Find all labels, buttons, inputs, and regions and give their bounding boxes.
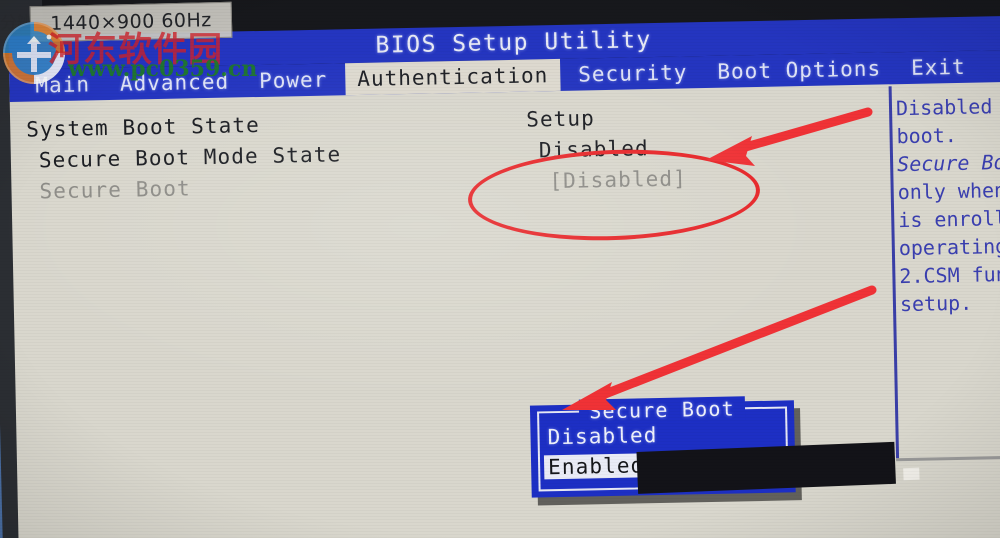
popup-option-disabled[interactable]: Disabled [543,423,661,449]
dropdown-title-text: Secure Boot [578,396,746,424]
setting-value: Setup [525,105,596,132]
popup-option-enabled[interactable]: Enabled [543,453,649,480]
dropdown-title: Secure Boot [539,395,785,424]
bios-screen-photo: BIOS Setup Utility Main Advanced Power A… [0,0,1000,538]
site-url-watermark: www.pc0359.cn [68,56,258,82]
menu-item-power[interactable]: Power [247,65,340,95]
settings-list: System Boot State Setup Secure Boot Mode… [26,96,888,206]
help-line: operating [898,233,1000,261]
menu-item-authentication[interactable]: Authentication [344,58,561,96]
screen-edge-highlight [903,467,920,481]
help-line: 2.CSM funct [899,261,1000,289]
pane-divider-horizontal [896,455,1000,462]
help-line: boot. [896,122,958,149]
menu-item-exit[interactable]: Exit [899,53,978,83]
setting-value: Disabled [538,135,649,162]
help-line: Secure Boo [896,149,1000,177]
help-line: Disabled [895,94,993,121]
help-panel: Disabled boot. Secure Boo only when: is … [896,92,1000,455]
menu-item-security[interactable]: Security [566,58,700,89]
setting-label: Secure Boot [39,175,191,203]
menu-item-boot-options[interactable]: Boot Options [705,54,893,86]
help-line: only when: [897,177,1000,205]
secure-boot-value[interactable]: [Disabled] [539,166,687,193]
help-line: is enrolle [898,205,1000,233]
help-line: setup. [899,290,973,317]
